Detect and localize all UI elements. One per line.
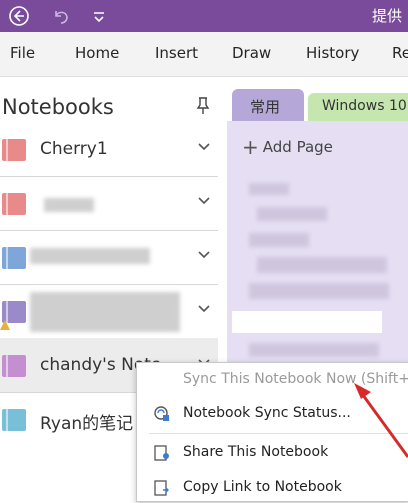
menu-home[interactable]: Home [75,44,119,62]
menu-draw[interactable]: Draw [232,44,271,62]
notebook-context-menu: Sync This Notebook Now (Shift+F Notebook… [136,362,408,502]
redacted-page [257,207,327,221]
menu-item-label: Notebook Sync Status... [183,405,351,421]
redacted-page [249,283,389,299]
share-icon [154,445,169,461]
redacted-page [249,183,289,195]
redacted-name [30,248,150,264]
notebook-item-redacted[interactable] [0,284,218,339]
menu-review[interactable]: Re [392,44,408,62]
notebooks-header: Notebooks [2,95,114,119]
menu-history[interactable]: History [306,44,359,62]
pin-icon[interactable] [196,97,210,115]
menu-item-share[interactable]: Share This Notebook [137,438,408,468]
chevron-down-icon[interactable] [198,251,210,259]
notebook-icon [2,193,26,215]
redacted-page [249,233,309,247]
plus-icon: + [242,135,259,159]
window-title: 提供 [371,7,402,25]
add-page-label: Add Page [262,138,333,156]
ribbon-menu-bar: File Home Insert Draw History Re [0,32,408,77]
notebook-icon [2,409,26,431]
chevron-down-icon[interactable] [198,143,210,151]
notebook-name: Cherry1 [40,139,108,159]
notebook-icon [2,247,26,269]
menu-separator [149,433,408,434]
selected-page[interactable] [232,311,382,333]
notebook-item-redacted[interactable] [0,176,218,231]
section-tab-label: 常用 [250,98,281,116]
notebook-item-cherry1[interactable]: Cherry1 [0,122,218,177]
chevron-down-icon[interactable] [198,197,210,205]
add-page-button[interactable]: + Add Page [242,133,333,159]
menu-file[interactable]: File [10,44,35,62]
menu-insert[interactable]: Insert [155,44,198,62]
warning-icon [0,320,10,330]
quick-access-dropdown-icon[interactable] [88,5,110,27]
redacted-page [249,343,379,357]
menu-item-label: Sync This Notebook Now (Shift+F [183,371,408,387]
section-tab-windows10[interactable]: Windows 10 [308,93,408,121]
sync-status-icon [154,406,169,421]
menu-item-sync-status[interactable]: Notebook Sync Status... [137,399,408,429]
link-icon [154,480,169,496]
chevron-down-icon[interactable] [198,305,210,313]
menu-item-label: Copy Link to Notebook [183,479,342,495]
menu-item-copy-link[interactable]: Copy Link to Notebook [137,473,408,503]
notebook-name: Ryan的笔记 [40,414,134,434]
redacted-page [257,257,387,273]
undo-icon[interactable] [50,5,72,27]
redacted-name [44,198,94,212]
redacted-name [30,292,180,332]
menu-item-sync-now[interactable]: Sync This Notebook Now (Shift+F [137,365,408,395]
menu-item-label: Share This Notebook [183,444,329,460]
section-tab-label: Windows 10 [322,98,407,114]
back-icon[interactable] [8,5,30,27]
title-bar: 提供 [0,0,408,32]
notebook-icon [2,355,26,377]
notebook-icon [2,139,26,161]
section-tab-common[interactable]: 常用 [232,89,304,121]
notebook-item-redacted[interactable] [0,230,218,285]
